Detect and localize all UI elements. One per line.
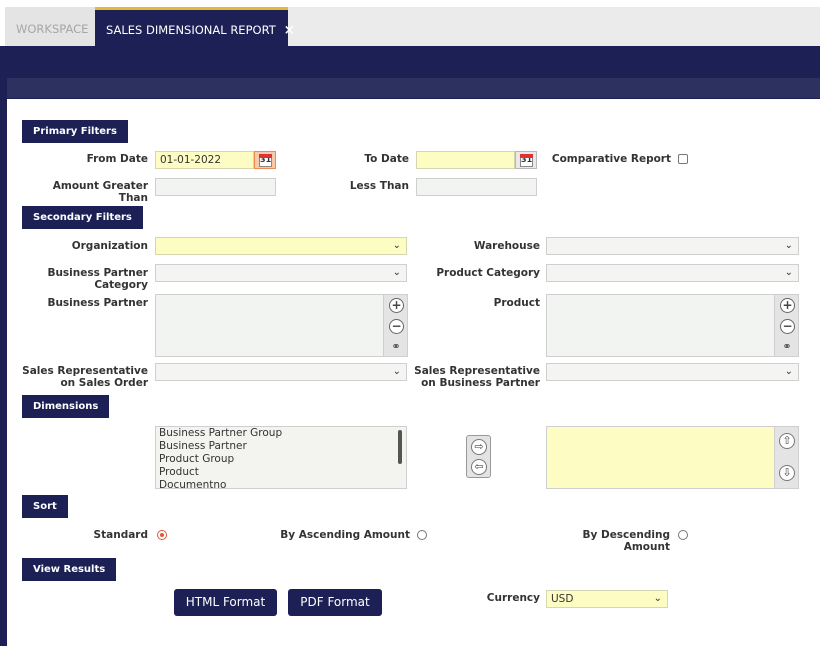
toolbar-bar xyxy=(7,78,820,98)
from-date-calendar-button[interactable]: 31 xyxy=(254,151,276,169)
organization-label: Organization xyxy=(71,240,148,252)
warehouse-label: Warehouse xyxy=(473,240,540,252)
section-dimensions[interactable]: Dimensions xyxy=(22,395,110,418)
chevron-down-icon: ⌄ xyxy=(784,366,793,377)
from-date-input[interactable]: 01-01-2022 xyxy=(155,151,254,169)
less-than-label: Less Than xyxy=(349,180,409,192)
scrollbar[interactable] xyxy=(398,430,402,464)
list-controls: + − ⚭ xyxy=(774,295,798,356)
from-date-label: From Date xyxy=(86,153,148,165)
sort-ascending-label: By Ascending Amount xyxy=(280,529,410,541)
tab-label: SALES DIMENSIONAL REPORT xyxy=(106,23,276,37)
chevron-down-icon: ⌄ xyxy=(392,267,401,278)
sort-descending-label: By Descending Amount xyxy=(560,529,670,553)
warehouse-select[interactable]: ⌄ xyxy=(546,237,799,255)
arrow-left-icon[interactable]: ⇦ xyxy=(471,459,487,475)
amount-greater-than-input[interactable] xyxy=(155,178,276,196)
comparative-report-label: Comparative Report xyxy=(551,153,671,165)
sales-rep-bp-label-line2: on Business Partner xyxy=(421,377,540,389)
available-dimensions-list[interactable]: Business Partner Group Business Partner … xyxy=(155,426,407,489)
bp-category-label: Business Partner Category xyxy=(30,267,148,291)
tab-workspace[interactable]: WORKSPACE xyxy=(5,7,95,46)
currency-value: USD xyxy=(551,593,574,605)
list-item[interactable]: Documentno xyxy=(156,479,406,488)
organization-select[interactable]: ⌄ xyxy=(155,237,407,255)
move-buttons: ⇨ ⇦ xyxy=(466,435,491,478)
section-view-results[interactable]: View Results xyxy=(22,558,117,581)
currency-label: Currency xyxy=(486,592,540,604)
sales-rep-order-label-line2: on Sales Order xyxy=(60,377,148,389)
sort-descending-radio[interactable] xyxy=(678,530,688,540)
list-controls: + − ⚭ xyxy=(383,295,407,356)
section-primary-filters[interactable]: Primary Filters xyxy=(22,120,128,143)
chevron-down-icon: ⌄ xyxy=(392,366,401,377)
product-category-label: Product Category xyxy=(436,267,540,279)
arrow-up-icon[interactable]: ⇧ xyxy=(779,433,795,449)
less-than-input[interactable] xyxy=(416,178,537,196)
list-item[interactable]: Business Partner Group xyxy=(156,427,406,440)
sales-rep-order-select[interactable]: ⌄ xyxy=(155,363,407,381)
currency-select[interactable]: USD ⌄ xyxy=(546,590,668,608)
remove-icon[interactable]: − xyxy=(780,319,795,334)
bp-category-label-line2: Category xyxy=(94,279,148,291)
product-category-select[interactable]: ⌄ xyxy=(546,264,799,282)
sales-rep-order-label-line1: Sales Representative xyxy=(22,365,148,377)
chevron-down-icon: ⌄ xyxy=(392,240,401,251)
product-label: Product xyxy=(493,297,540,309)
remove-icon[interactable]: − xyxy=(389,319,404,334)
add-icon[interactable]: + xyxy=(389,298,404,313)
business-partner-label: Business Partner xyxy=(47,297,148,309)
add-icon[interactable]: + xyxy=(780,298,795,313)
pdf-format-button[interactable]: PDF Format xyxy=(288,589,382,616)
order-controls: ⇧ ⇩ xyxy=(774,427,798,488)
sales-rep-bp-select[interactable]: ⌄ xyxy=(546,363,799,381)
comparative-report-checkbox[interactable] xyxy=(678,154,688,164)
section-secondary-filters[interactable]: Secondary Filters xyxy=(22,206,143,229)
close-icon[interactable]: × xyxy=(284,23,295,38)
tab-strip: WORKSPACE SALES DIMENSIONAL REPORT × xyxy=(5,7,820,46)
multi-select-icon[interactable]: ⚭ xyxy=(387,340,405,354)
list-item[interactable]: Business Partner xyxy=(156,440,406,453)
sort-standard-label: Standard xyxy=(93,529,148,541)
list-item[interactable]: Product xyxy=(156,466,406,479)
selected-dimensions-list[interactable]: ⇧ ⇩ xyxy=(546,426,799,489)
sort-ascending-radio[interactable] xyxy=(417,530,427,540)
chevron-down-icon: ⌄ xyxy=(653,593,662,604)
left-frame xyxy=(0,46,7,646)
section-sort[interactable]: Sort xyxy=(22,495,68,518)
sales-rep-order-label: Sales Representative on Sales Order xyxy=(14,365,148,389)
tab-sales-dimensional-report[interactable]: SALES DIMENSIONAL REPORT × xyxy=(95,7,295,46)
multi-select-icon[interactable]: ⚭ xyxy=(778,340,796,354)
bp-category-label-line1: Business Partner xyxy=(47,267,148,279)
calendar-icon: 31 xyxy=(259,154,272,167)
list-item[interactable]: Product Group xyxy=(156,453,406,466)
chevron-down-icon: ⌄ xyxy=(784,267,793,278)
sales-rep-bp-label: Sales Representative on Business Partner xyxy=(410,365,540,389)
to-date-calendar-button[interactable]: 31 xyxy=(515,151,537,169)
to-date-input[interactable] xyxy=(416,151,515,169)
calendar-icon: 31 xyxy=(520,154,533,167)
sort-descending-label-line2: Amount xyxy=(623,541,670,553)
amount-greater-than-label: Amount Greater Than xyxy=(52,180,148,204)
product-list[interactable]: + − ⚭ xyxy=(546,294,799,357)
html-format-button[interactable]: HTML Format xyxy=(174,589,277,616)
arrow-right-icon[interactable]: ⇨ xyxy=(471,439,487,455)
business-partner-list[interactable]: + − ⚭ xyxy=(155,294,408,357)
arrow-down-icon[interactable]: ⇩ xyxy=(779,465,795,481)
to-date-label: To Date xyxy=(364,153,409,165)
sort-standard-radio[interactable] xyxy=(157,530,167,540)
chevron-down-icon: ⌄ xyxy=(784,240,793,251)
sort-descending-label-line1: By Descending xyxy=(582,529,670,541)
bp-category-select[interactable]: ⌄ xyxy=(155,264,407,282)
sales-rep-bp-label-line1: Sales Representative xyxy=(414,365,540,377)
